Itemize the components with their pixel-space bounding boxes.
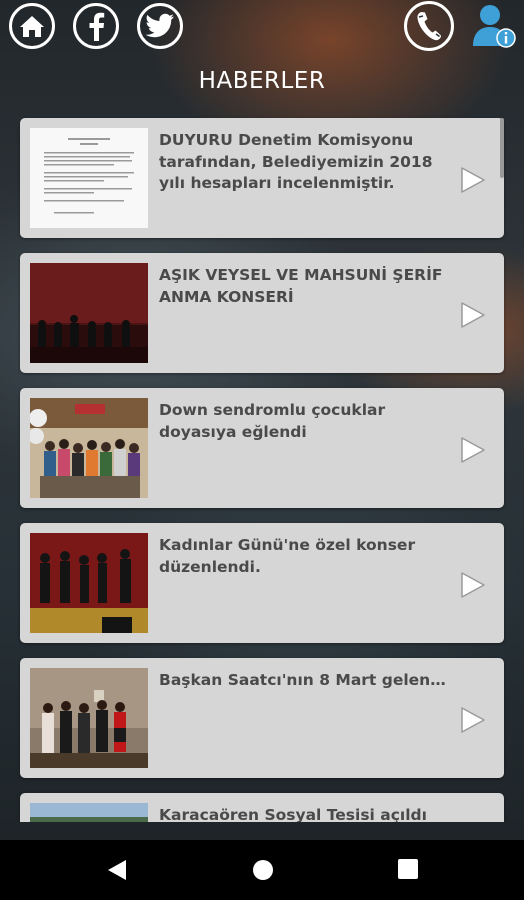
home-icon <box>20 16 44 37</box>
app-header: HABERLER <box>0 0 524 110</box>
news-thumbnail <box>30 398 148 498</box>
twitter-icon <box>145 13 174 38</box>
play-arrow-icon[interactable] <box>460 436 486 464</box>
play-arrow-icon[interactable] <box>460 571 486 599</box>
news-thumbnail <box>30 668 148 768</box>
play-arrow-icon[interactable] <box>460 706 486 734</box>
news-item[interactable]: Başkan Saatcı'nın 8 Mart geleneği... <box>20 658 504 778</box>
news-list[interactable]: DUYURU Denetim Komisyonu tarafından, Bel… <box>0 110 524 822</box>
news-title: Karacaören Sosyal Tesisi açıldı <box>159 806 427 822</box>
facebook-button[interactable] <box>73 3 119 49</box>
news-item[interactable]: DUYURU Denetim Komisyonu tarafından, Bel… <box>20 118 504 238</box>
news-title: Down sendromlu çocuklar doyasıya eğlendi <box>159 401 386 441</box>
news-item[interactable]: Down sendromlu çocuklar doyasıya eğlendi <box>20 388 504 508</box>
news-title: Kadınlar Günü'ne özel konser düzenlendi. <box>159 536 416 576</box>
home-button[interactable] <box>9 3 55 49</box>
back-icon[interactable] <box>106 858 128 882</box>
news-title: AŞIK VEYSEL VE MAHSUNİ ŞERİF ANMA KONSER… <box>159 266 443 306</box>
play-arrow-icon[interactable] <box>460 301 486 329</box>
news-thumbnail <box>30 803 148 822</box>
phone-icon <box>417 12 441 41</box>
news-thumbnail <box>30 263 148 363</box>
user-info-button[interactable] <box>470 2 520 52</box>
scrollbar[interactable] <box>500 118 504 178</box>
page-title: HABERLER <box>198 68 326 94</box>
news-thumbnail <box>30 128 148 228</box>
news-item[interactable]: Kadınlar Günü'ne özel konser düzenlendi. <box>20 523 504 643</box>
news-title: DUYURU Denetim Komisyonu tarafından, Bel… <box>159 131 433 192</box>
home-circle-icon[interactable] <box>251 858 275 882</box>
user-info-icon <box>473 5 516 48</box>
news-item[interactable]: Karacaören Sosyal Tesisi açıldı <box>20 793 504 822</box>
news-item[interactable]: AŞIK VEYSEL VE MAHSUNİ ŞERİF ANMA KONSER… <box>20 253 504 373</box>
facebook-icon <box>89 12 105 41</box>
play-arrow-icon[interactable] <box>460 166 486 194</box>
recents-icon[interactable] <box>397 858 419 880</box>
news-title: Başkan Saatcı'nın 8 Mart geleneği... <box>159 671 449 689</box>
twitter-button[interactable] <box>137 3 183 49</box>
news-thumbnail <box>30 533 148 633</box>
phone-button[interactable] <box>404 1 454 51</box>
system-navigation-bar <box>0 840 524 900</box>
